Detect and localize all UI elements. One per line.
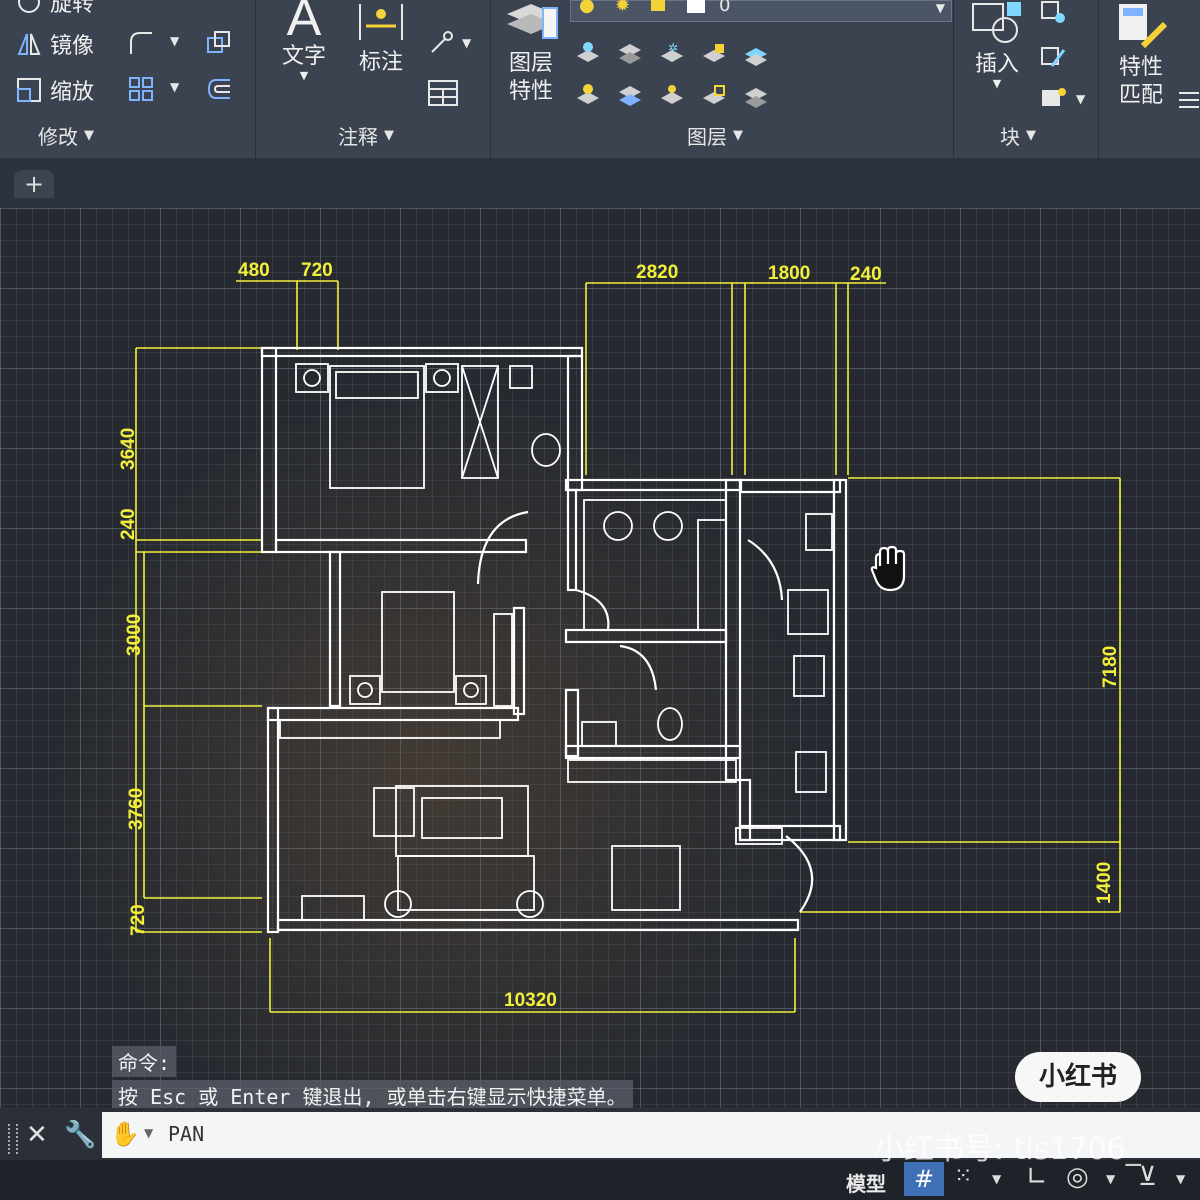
command-history-label: 命令: [112,1046,177,1077]
array-dropdown-icon[interactable]: ▼ [170,80,179,94]
modify-panel: 旋转 镜像 缩放 ▼ ▼ 修改 ▼ [0,0,256,158]
layers-panel-label[interactable]: 图层 ▼ [687,121,743,150]
layer-dropdown[interactable]: ● ✹ 0 ▼ [570,0,952,22]
dim-top-1800: 1800 [768,263,811,284]
file-tab-bar [0,158,1200,208]
modify-panel-label[interactable]: 修改 ▼ [38,121,94,150]
chevron-down-icon: ▼ [299,69,309,82]
layer-unlock-icon[interactable] [701,82,727,108]
dim-top-240: 240 [850,264,882,285]
lightbulb-icon: ● [579,0,595,16]
dim-top-720: 720 [301,260,333,281]
dim-right-7180: 7180 [1100,645,1121,688]
list-icon[interactable] [1177,88,1200,114]
layer-unisolate-icon[interactable] [617,82,643,108]
edit-block-icon[interactable] [1038,44,1066,70]
dim-left-3760: 3760 [126,787,147,830]
rotate-icon [16,0,42,15]
offset-icon[interactable] [206,76,232,102]
block-panel: 插入 ▼ ▼ 块 ▼ [954,0,1099,158]
block-attribute-icon[interactable] [1038,84,1066,110]
sun-icon: ✹ [615,0,631,16]
chevron-down-icon: ▼ [84,128,94,143]
layer-on-icon[interactable] [575,82,601,108]
fillet-icon[interactable] [128,30,154,56]
match-properties-button[interactable]: 特性 匹配 [1109,0,1173,110]
dim-right-1400: 1400 [1094,861,1115,904]
annotation-panel-label[interactable]: 注释 ▼ [338,121,394,150]
text-icon: A [286,0,322,47]
create-block-icon[interactable] [1038,0,1065,26]
table-icon[interactable] [428,80,458,106]
svg-text:✲: ✲ [668,41,678,55]
dimension-icon [350,0,412,44]
leader-icon[interactable] [428,30,454,56]
dim-top-2820: 2820 [636,262,679,283]
match-properties-icon [1109,0,1173,54]
mirror-icon [16,31,42,57]
chevron-down-icon: ▼ [992,77,1002,90]
ribbon: 旋转 镜像 缩放 ▼ ▼ 修改 ▼ A 文字 ▼ 标注 ▼ 注释 ▼ 图层 特性… [0,0,1200,158]
attribute-dropdown-icon[interactable]: ▼ [1076,92,1085,106]
chevron-down-icon[interactable]: ▼ [144,1126,153,1140]
copy-icon[interactable] [206,30,232,56]
layers-panel: 图层 特性 ● ✹ 0 ▼ ✲ 图层 ▼ [491,0,954,158]
model-tab[interactable]: 模型 [846,1168,886,1197]
mirror-tool[interactable]: 镜像 [16,28,94,60]
layer-off-icon[interactable] [575,40,601,66]
dim-left-3000: 3000 [124,613,145,656]
dim-left-720: 720 [128,904,149,936]
layer-thaw-icon[interactable] [659,82,685,108]
grip-icon[interactable] [8,1124,18,1154]
layer-properties-button[interactable]: 图层 特性 [501,0,561,106]
array-icon[interactable] [128,76,154,102]
chevron-down-icon[interactable]: ▼ [992,1172,1001,1186]
dim-top-480: 480 [238,260,270,281]
color-swatch-icon [687,0,705,13]
insert-block-icon [964,0,1030,52]
block-panel-label[interactable]: 块 ▼ [1000,121,1036,150]
rotate-tool[interactable]: 旋转 [16,0,94,18]
chevron-down-icon[interactable]: ▼ [1106,1172,1115,1186]
fillet-dropdown-icon[interactable]: ▼ [170,34,179,48]
insert-block-button[interactable]: 插入 ▼ [964,0,1030,90]
layer-properties-icon [501,0,561,50]
chevron-down-icon: ▼ [935,1,945,15]
drawing-canvas[interactable] [0,208,1200,1108]
layer-isolate-icon[interactable] [617,40,643,66]
layer-freeze-icon[interactable]: ✲ [659,40,685,66]
xiaohongshu-badge: 小红书 [1015,1052,1141,1102]
dimension-tool[interactable]: 标注 [350,0,412,76]
layer-match-icon[interactable] [743,40,769,66]
watermark-handle: 小红书号: tis1706_ [874,1132,1141,1167]
dim-left-3640: 3640 [118,427,139,470]
chevron-down-icon: ▼ [384,128,394,143]
layer-walk-icon[interactable] [743,82,769,108]
scale-tool[interactable]: 缩放 [16,74,94,106]
wrench-icon[interactable]: 🔧 [64,1120,96,1150]
dim-left-240: 240 [118,508,139,540]
chevron-down-icon[interactable]: ▼ [1176,1172,1185,1186]
properties-panel: 特性 匹配 [1099,0,1200,158]
chevron-down-icon: ▼ [1026,128,1036,143]
lock-icon [651,0,665,11]
pan-hand-icon: ✋ [110,1120,140,1148]
chevron-down-icon: ▼ [733,128,743,143]
command-history-prompt: 按 Esc 或 Enter 键退出, 或单击右键显示快捷菜单。 [112,1080,633,1111]
close-icon[interactable]: ✕ [26,1120,48,1150]
annotation-panel: A 文字 ▼ 标注 ▼ 注释 ▼ [256,0,491,158]
dim-bottom-10320: 10320 [504,990,557,1011]
scale-icon [16,77,42,103]
layer-lock-icon[interactable] [701,40,727,66]
leader-dropdown-icon[interactable]: ▼ [462,36,471,50]
new-tab-button[interactable]: + [14,170,54,198]
text-tool[interactable]: A 文字 ▼ [274,0,334,82]
